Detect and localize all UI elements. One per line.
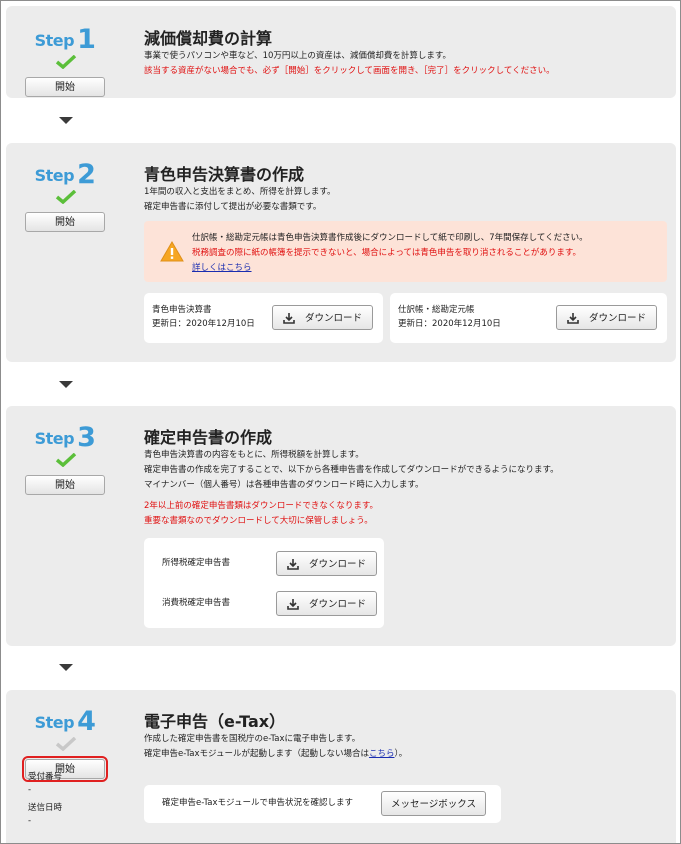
- download-button[interactable]: ダウンロード: [276, 591, 377, 616]
- download-button[interactable]: ダウンロード: [276, 551, 377, 576]
- warning-icon: [160, 241, 184, 262]
- step-3-start-button[interactable]: 開始: [25, 475, 105, 495]
- warning-text: 仕訳帳・総勘定元帳は青色申告決算書作成後にダウンロードして紙で印刷し、7年間保存…: [192, 233, 588, 273]
- step-1-title: 減価償却費の計算: [144, 29, 273, 48]
- step-2-panel: Step 2 開始 青色申告決算書の作成 1年間の収入と支出をまとめ、所得を計算し…: [6, 143, 676, 362]
- check-icon: [55, 55, 77, 69]
- sent-datetime-label: 送信日時: [28, 803, 63, 813]
- doc-card-ledger: 仕訳帳・総勘定元帳 更新日：2020年12月10日 ダウンロード: [390, 293, 667, 343]
- download-button[interactable]: ダウンロード: [272, 305, 373, 330]
- download-icon: [287, 559, 299, 570]
- etax-message-card: 確定申告e-Taxモジュールで申告状況を確認します メッセージボックス: [144, 785, 501, 823]
- step-4-description: 作成した確定申告書を国税庁のe-Taxに電子申告します。 確定申告e-Taxモジ…: [144, 734, 408, 759]
- step-4-header: Step 4 開始: [22, 706, 108, 782]
- doc-card-blue-return: 青色申告決算書 更新日：2020年12月10日 ダウンロード: [144, 293, 383, 343]
- receipt-number-value: -: [28, 785, 32, 795]
- step-1-start-button[interactable]: 開始: [25, 77, 105, 97]
- download-icon: [567, 313, 579, 324]
- download-button[interactable]: ダウンロード: [556, 305, 657, 330]
- doc-name: 所得税確定申告書: [162, 558, 231, 568]
- step-2-header: Step 2 開始: [24, 159, 106, 232]
- ledger-warning: 仕訳帳・総勘定元帳は青色申告決算書作成後にダウンロードして紙で印刷し、7年間保存…: [144, 221, 667, 282]
- sent-datetime-value: -: [28, 816, 32, 826]
- arrow-down-icon: [59, 664, 73, 671]
- doc-name: 消費税確定申告書: [162, 598, 231, 608]
- receipt-number-label: 受付番号: [28, 772, 63, 782]
- doc-updated: 更新日：2020年12月10日: [398, 319, 501, 329]
- doc-name: 仕訳帳・総勘定元帳: [398, 305, 475, 315]
- step-3-label: Step 3: [34, 422, 96, 453]
- doc-updated: 更新日：2020年12月10日: [152, 319, 255, 329]
- message-box-button[interactable]: メッセージボックス: [381, 791, 486, 816]
- step-1-header: Step 1 開始: [24, 24, 106, 97]
- step-4-title: 電子申告（e-Tax）: [144, 712, 286, 731]
- details-link[interactable]: 詳しくはこちら: [192, 263, 252, 273]
- step-1-panel: Step 1 開始 減価償却費の計算 事業で使うパソコンや車など、10万円以上の資…: [6, 6, 676, 98]
- download-icon: [283, 313, 295, 324]
- download-icon: [287, 599, 299, 610]
- tax-return-downloads: 所得税確定申告書 ダウンロード 消費税確定申告書 ダウンロード: [144, 538, 384, 628]
- step-4-panel: Step 4 開始 受付番号 - 送信日時 - 電子申告（e-Tax） 作成した確…: [6, 690, 676, 843]
- check-icon: [55, 737, 77, 751]
- arrow-down-icon: [59, 381, 73, 388]
- step-2-title: 青色申告決算書の作成: [144, 165, 305, 184]
- step-2-start-button[interactable]: 開始: [25, 212, 105, 232]
- step-1-description: 事業で使うパソコンや車など、10万円以上の資産は、減価償却費を計算します。 該当…: [144, 51, 555, 76]
- check-icon: [55, 453, 77, 467]
- step-2-description: 1年間の収入と支出をまとめ、所得を計算します。 確定申告書に添付して提出が必要な…: [144, 187, 336, 212]
- step-4-label: Step 4: [34, 706, 96, 737]
- step-2-label: Step 2: [34, 159, 96, 190]
- check-icon: [55, 190, 77, 204]
- step-3-panel: Step 3 開始 確定申告書の作成 青色申告決算書の内容をもとに、所得税額を計算…: [6, 406, 676, 646]
- steps-page: Step 1 開始 減価償却費の計算 事業で使うパソコンや車など、10万円以上の資…: [0, 0, 681, 844]
- doc-name: 青色申告決算書: [152, 305, 212, 315]
- step-3-title: 確定申告書の作成: [144, 428, 273, 447]
- step-3-header: Step 3 開始: [24, 422, 106, 495]
- step-1-label: Step 1: [34, 24, 96, 55]
- message-description: 確定申告e-Taxモジュールで申告状況を確認します: [162, 798, 353, 808]
- step-3-description: 青色申告決算書の内容をもとに、所得税額を計算します。 確定申告書の作成を完了する…: [144, 450, 559, 490]
- etax-fallback-link[interactable]: こちら: [369, 749, 395, 759]
- step-3-notice: 2年以上前の確定申告書類はダウンロードできなくなります。 重要な書類なのでダウン…: [144, 501, 379, 526]
- arrow-down-icon: [59, 117, 73, 124]
